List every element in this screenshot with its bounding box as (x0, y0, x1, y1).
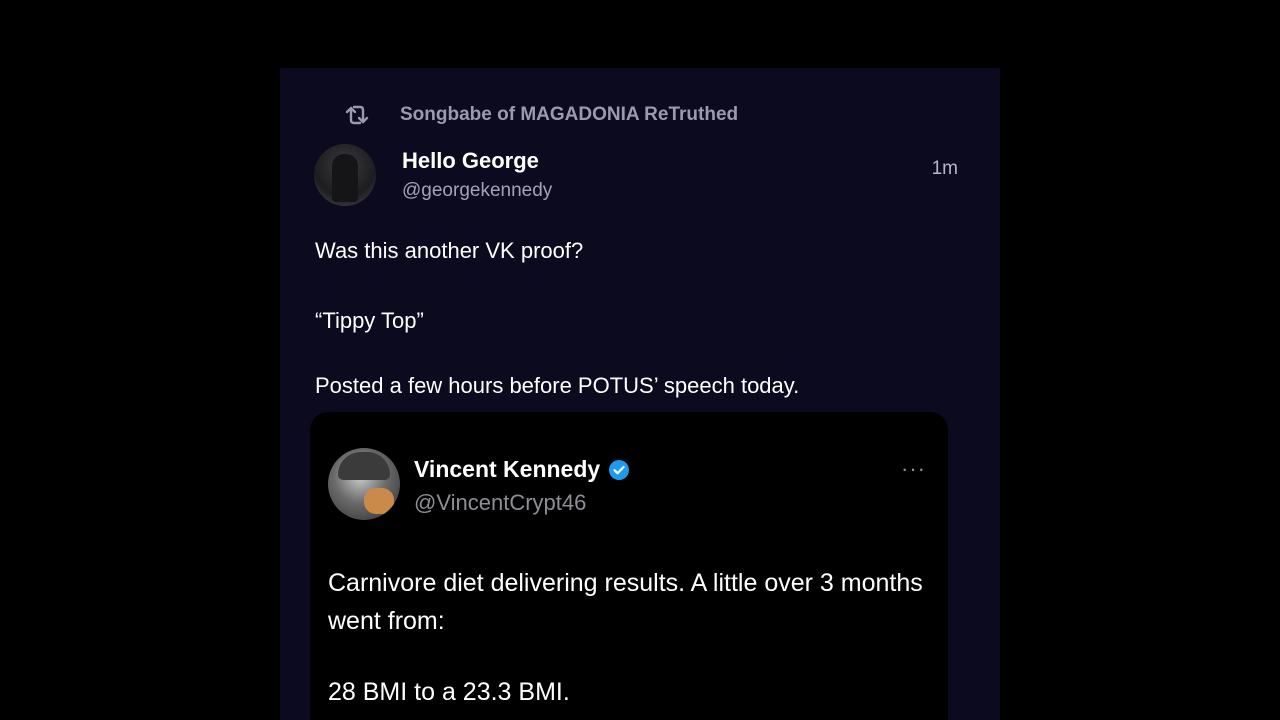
avatar-dog (364, 488, 394, 514)
quoted-post-card[interactable]: Vincent Kennedy @VincentCrypt46 ··· Carn… (310, 412, 948, 720)
verified-badge-icon (609, 459, 630, 480)
avatar[interactable] (314, 144, 376, 206)
quoted-display-name[interactable]: Vincent Kennedy (414, 456, 600, 483)
avatar-figure (332, 154, 358, 202)
post-author-row: Hello George @georgekennedy 1m (314, 144, 958, 208)
truth-post-panel: Songbabe of MAGADONIA ReTruthed Hello Ge… (280, 68, 1000, 720)
quoted-text: Carnivore diet delivering results. A lit… (328, 569, 923, 635)
author-handle[interactable]: @georgekennedy (402, 180, 552, 202)
avatar-helmet (338, 452, 390, 480)
more-options-icon[interactable]: ··· (901, 456, 926, 482)
quoted-text-line: 28 BMI to a 23.3 BMI. (328, 678, 570, 706)
quoted-name-row: Vincent Kennedy (414, 456, 630, 483)
post-text-line: Was this another VK proof? (315, 238, 584, 263)
author-display-name[interactable]: Hello George (402, 148, 539, 174)
post-text-line: Posted a few hours before POTUS’ speech … (315, 373, 800, 398)
retruth-label: Songbabe of MAGADONIA ReTruthed (400, 104, 739, 125)
retruth-icon (345, 105, 369, 125)
retruth-banner[interactable]: Songbabe of MAGADONIA ReTruthed (342, 100, 738, 130)
post-timestamp[interactable]: 1m (932, 158, 958, 180)
post-text-line: “Tippy Top” (315, 308, 424, 333)
quoted-handle[interactable]: @VincentCrypt46 (414, 490, 586, 516)
quoted-avatar[interactable] (328, 448, 400, 520)
